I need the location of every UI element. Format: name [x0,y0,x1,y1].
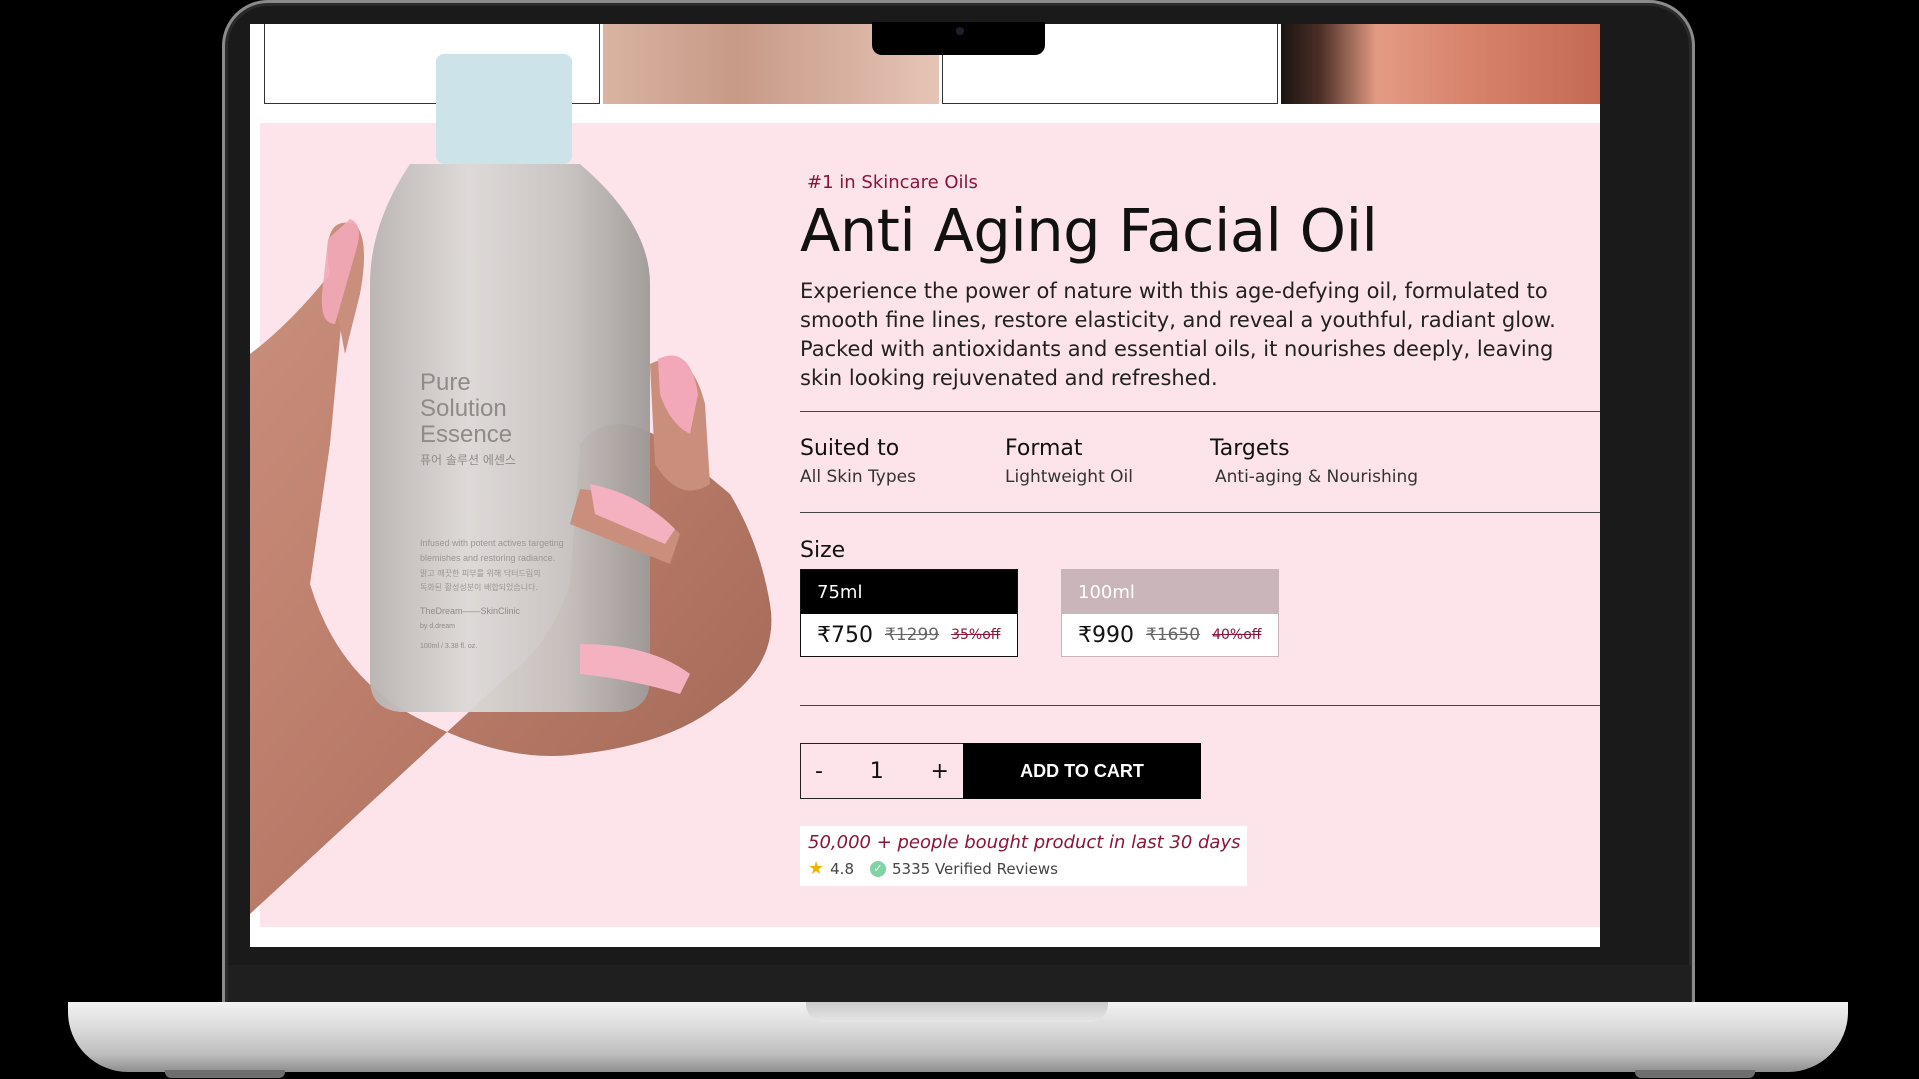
size-option-price-row: ₹990 ₹1650 40%off [1062,614,1278,656]
purchase-count-text: 50,000 + people bought product in last 3… [808,832,1241,853]
size-option-100ml[interactable]: 100ml ₹990 ₹1650 40%off [1061,569,1279,657]
bottle-label-line2: Solution [420,395,507,422]
bottle-label-line1: Pure [420,369,471,396]
price-mrp: ₹1650 [1146,625,1201,645]
camera-icon [956,27,964,35]
bottle-fine-print-4: 독화된 활성성분이 배합되었습니다. [420,582,538,592]
size-option-75ml[interactable]: 75ml ₹750 ₹1299 35%off [800,569,1018,657]
product-image: Pure Solution Essence 퓨어 솔루션 에센스 Infused… [250,54,772,914]
bottle-label-korean: 퓨어 솔루션 에센스 [420,453,516,467]
spec-label-format: Format [1005,436,1083,461]
social-proof-box: 50,000 + people bought product in last 3… [800,826,1247,886]
spec-value-suited: All Skin Types [800,467,916,487]
size-option-name: 75ml [801,570,1017,614]
laptop-chin [228,965,1691,1005]
quantity-stepper: - 1 + [800,743,964,799]
bottle-label-line3: Essence [420,421,512,448]
spec-value-targets: Anti-aging & Nourishing [1215,467,1419,487]
increment-button[interactable]: + [931,759,949,784]
bottle-brand: TheDream——SkinClinic [420,606,521,616]
rating-row: ★ 4.8 ✓ 5335 Verified Reviews [808,858,1058,879]
laptop-base-notch [806,1002,1108,1022]
price-discount: 40%off [1212,627,1262,643]
verified-check-icon: ✓ [870,860,886,877]
quantity-value[interactable]: 1 [870,759,884,784]
price-discount: 35%off [951,627,1001,643]
price-now: ₹990 [1078,622,1134,648]
bottle-brand-by: by d.dream [420,623,455,630]
price-now: ₹750 [817,622,873,648]
bottle-fine-print-2: blemishes and restoring radiance. [420,553,555,563]
size-option-name: 100ml [1062,570,1278,614]
page-title: Anti Aging Facial Oil [800,196,1378,265]
add-to-cart-button[interactable]: ADD TO CART [963,743,1201,799]
bottle-fine-print-1: Infused with potent actives targeting [420,538,564,548]
decrement-button[interactable]: - [815,759,823,784]
divider [800,411,1600,412]
laptop-foot [1635,1070,1755,1078]
rank-badge: #1 in Skincare Oils [807,172,978,193]
bottle-cap [436,54,572,164]
verified-reviews[interactable]: 5335 Verified Reviews [892,860,1058,878]
spec-label-targets: Targets [1210,436,1290,461]
size-option-price-row: ₹750 ₹1299 35%off [801,614,1017,656]
product-description: Experience the power of nature with this… [800,279,1556,390]
spec-label-suited: Suited to [800,436,900,461]
size-label: Size [800,538,846,563]
star-icon: ★ [808,858,825,879]
divider [800,512,1600,513]
thumbnail-4[interactable] [1281,24,1600,104]
spec-value-format: Lightweight Oil [1005,467,1133,487]
laptop-foot [165,1070,285,1078]
rating-value: 4.8 [830,859,854,878]
divider [800,705,1600,706]
bottle-fine-print-3: 맑고 깨끗한 피부를 위해 닥터드림의 [420,568,541,578]
price-mrp: ₹1299 [885,625,940,645]
bottle-volume: 100ml / 3.38 fl. oz. [420,643,477,650]
